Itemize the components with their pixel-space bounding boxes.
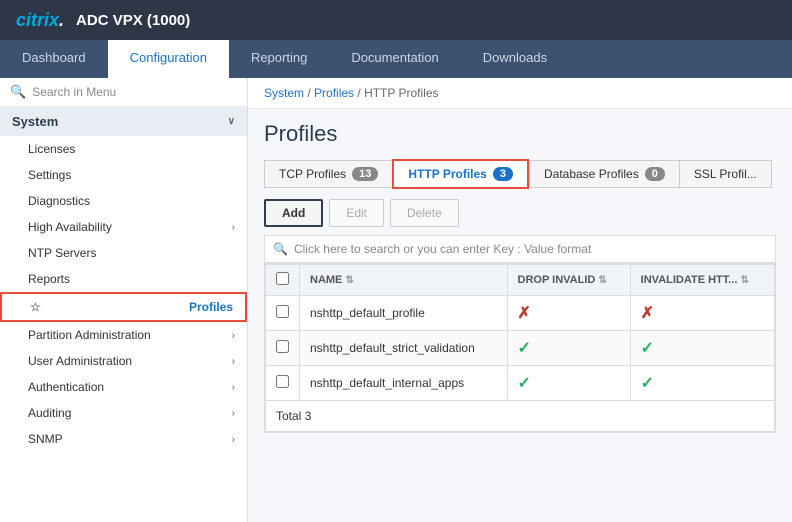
edit-button[interactable]: Edit <box>329 199 384 227</box>
chevron-down-icon: ∨ <box>228 116 235 127</box>
tab-ssl-profiles[interactable]: SSL Profil... <box>679 160 772 188</box>
row-drop-3: ✓ <box>507 366 630 401</box>
sidebar-item-settings[interactable]: Settings <box>0 162 247 188</box>
row-inv-1: ✗ <box>630 296 774 331</box>
tabs-row: TCP Profiles 13 HTTP Profiles 3 Database… <box>264 159 776 189</box>
row-drop-2: ✓ <box>507 331 630 366</box>
sidebar-item-high-availability[interactable]: High Availability › <box>0 214 247 240</box>
table-row: nshttp_default_profile ✗ ✗ <box>266 296 775 331</box>
sidebar-search[interactable]: 🔍 Search in Menu <box>0 78 247 107</box>
sidebar: 🔍 Search in Menu System ∨ Licenses Setti… <box>0 78 248 522</box>
tab-tcp-profiles[interactable]: TCP Profiles 13 <box>264 160 392 188</box>
sort-icon-inv: ⇅ <box>740 275 748 286</box>
nav-item-reporting[interactable]: Reporting <box>229 40 329 78</box>
top-bar: citrix. ADC VPX (1000) <box>0 0 792 40</box>
total-row: Total 3 <box>265 401 775 432</box>
chevron-right-icon-partition: › <box>232 330 235 341</box>
sidebar-item-auditing[interactable]: Auditing › <box>0 400 247 426</box>
profiles-table: NAME ⇅ DROP INVALID ⇅ INVALIDATE HTT... … <box>265 264 775 401</box>
add-button[interactable]: Add <box>264 199 323 227</box>
row-check-2[interactable] <box>266 331 300 366</box>
nav-item-configuration[interactable]: Configuration <box>108 40 229 78</box>
sort-icon-drop: ⇅ <box>598 275 606 286</box>
breadcrumb-profiles[interactable]: Profiles <box>314 86 354 100</box>
row-check-3[interactable] <box>266 366 300 401</box>
sidebar-item-user-admin[interactable]: User Administration › <box>0 348 247 374</box>
sidebar-item-authentication[interactable]: Authentication › <box>0 374 247 400</box>
content-inner: Profiles TCP Profiles 13 HTTP Profiles 3… <box>248 109 792 522</box>
delete-button[interactable]: Delete <box>390 199 459 227</box>
col-name: NAME ⇅ <box>300 265 508 296</box>
table-row: nshttp_default_internal_apps ✓ ✓ <box>266 366 775 401</box>
nav-item-downloads[interactable]: Downloads <box>461 40 569 78</box>
search-placeholder: Search in Menu <box>32 85 116 99</box>
search-icon-table: 🔍 <box>273 242 288 256</box>
chevron-right-icon-user: › <box>232 356 235 367</box>
col-check <box>266 265 300 296</box>
nav-bar: Dashboard Configuration Reporting Docume… <box>0 40 792 78</box>
sidebar-group-system[interactable]: System ∨ <box>0 107 247 136</box>
breadcrumb: System / Profiles / HTTP Profiles <box>248 78 792 109</box>
tab-database-profiles[interactable]: Database Profiles 0 <box>529 160 679 188</box>
row-name-3: nshttp_default_internal_apps <box>300 366 508 401</box>
col-drop-invalid: DROP INVALID ⇅ <box>507 265 630 296</box>
sidebar-item-licenses[interactable]: Licenses <box>0 136 247 162</box>
app-title: ADC VPX (1000) <box>76 12 190 29</box>
nav-item-documentation[interactable]: Documentation <box>329 40 460 78</box>
sidebar-item-reports[interactable]: Reports <box>0 266 247 292</box>
sidebar-item-snmp[interactable]: SNMP › <box>0 426 247 452</box>
row-drop-1: ✗ <box>507 296 630 331</box>
chevron-right-icon-auth: › <box>232 382 235 393</box>
breadcrumb-system[interactable]: System <box>264 86 304 100</box>
sort-icon-name: ⇅ <box>345 275 353 286</box>
citrix-logo: citrix. <box>16 10 64 31</box>
row-name-2: nshttp_default_strict_validation <box>300 331 508 366</box>
chevron-right-icon: › <box>232 222 235 233</box>
search-icon: 🔍 <box>10 84 26 100</box>
col-invalidate-http: INVALIDATE HTT... ⇅ <box>630 265 774 296</box>
star-icon: ☆ <box>30 300 41 314</box>
row-name-1: nshttp_default_profile <box>300 296 508 331</box>
nav-item-dashboard[interactable]: Dashboard <box>0 40 108 78</box>
row-check-1[interactable] <box>266 296 300 331</box>
table-row: nshttp_default_strict_validation ✓ ✓ <box>266 331 775 366</box>
data-table-wrapper: NAME ⇅ DROP INVALID ⇅ INVALIDATE HTT... … <box>264 263 776 433</box>
chevron-right-icon-snmp: › <box>232 434 235 445</box>
row-inv-3: ✓ <box>630 366 774 401</box>
content-area: System / Profiles / HTTP Profiles Profil… <box>248 78 792 522</box>
table-search-bar[interactable]: 🔍 Click here to search or you can enter … <box>264 235 776 263</box>
search-hint: Click here to search or you can enter Ke… <box>294 242 591 256</box>
select-all-checkbox[interactable] <box>276 272 289 285</box>
tab-http-profiles[interactable]: HTTP Profiles 3 <box>392 159 529 189</box>
breadcrumb-current: HTTP Profiles <box>364 86 438 100</box>
main-layout: 🔍 Search in Menu System ∨ Licenses Setti… <box>0 78 792 522</box>
action-row: Add Edit Delete <box>264 199 776 227</box>
sidebar-group-label: System <box>12 114 58 129</box>
row-inv-2: ✓ <box>630 331 774 366</box>
sidebar-item-profiles[interactable]: ☆ Profiles <box>0 292 247 322</box>
page-title: Profiles <box>264 121 776 147</box>
chevron-right-icon-audit: › <box>232 408 235 419</box>
sidebar-item-diagnostics[interactable]: Diagnostics <box>0 188 247 214</box>
sidebar-item-ntp-servers[interactable]: NTP Servers <box>0 240 247 266</box>
sidebar-item-partition-admin[interactable]: Partition Administration › <box>0 322 247 348</box>
